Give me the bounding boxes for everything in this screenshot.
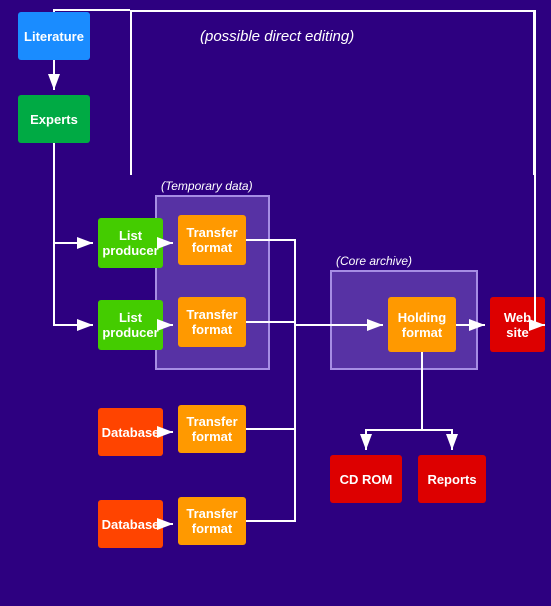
arrow-experts-to-lp2 (54, 143, 93, 325)
transfer-format-1-box: Transfer format (178, 215, 246, 265)
transfer-format-4-box: Transfer format (178, 497, 246, 545)
arrow-tf4-to-merge (246, 429, 295, 521)
temporary-data-label: (Temporary data) (161, 179, 253, 193)
arrow-holding-to-reports (422, 430, 452, 450)
transfer-format-2-box: Transfer format (178, 297, 246, 347)
cdrom-box: CD ROM (330, 455, 402, 503)
list-producer-2-box: List producer (98, 300, 163, 350)
arrow-experts-to-lp1 (54, 143, 93, 243)
holding-format-box: Holding format (388, 297, 456, 352)
database-1-box: Database (98, 408, 163, 456)
website-box: Web site (490, 297, 545, 352)
database-2-box: Database (98, 500, 163, 548)
core-archive-label: (Core archive) (336, 254, 412, 268)
diagram: (possible direct editing) (Temporary dat… (0, 0, 551, 606)
transfer-format-3-box: Transfer format (178, 405, 246, 453)
experts-box: Experts (18, 95, 90, 143)
literature-box: Literature (18, 12, 90, 60)
direct-editing-label: (possible direct editing) (200, 28, 354, 45)
reports-box: Reports (418, 455, 486, 503)
list-producer-1-box: List producer (98, 218, 163, 268)
